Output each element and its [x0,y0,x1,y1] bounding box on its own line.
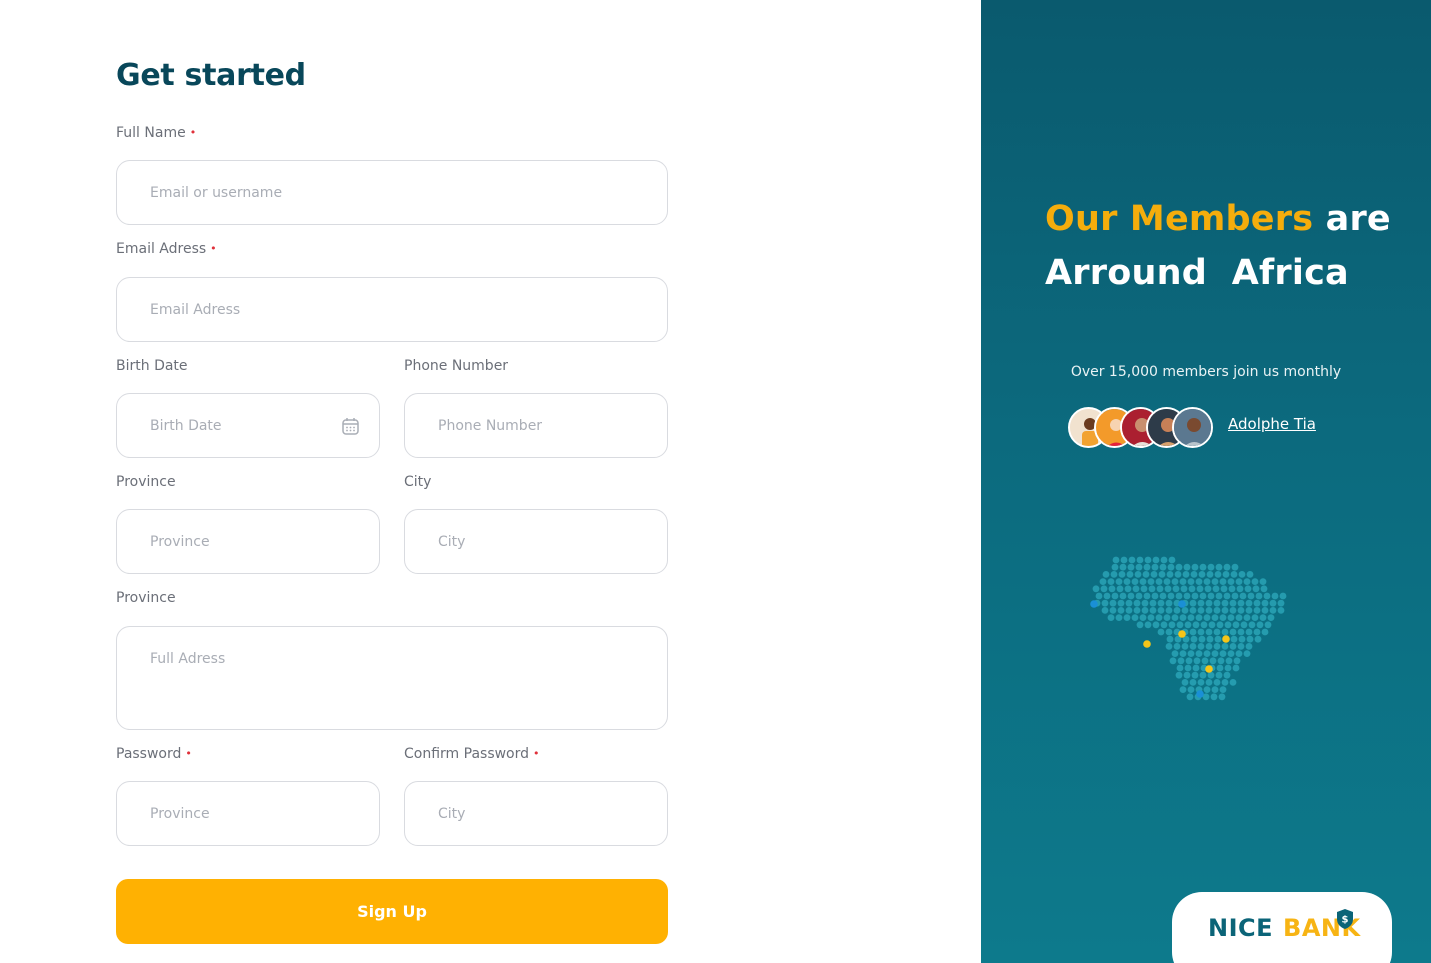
sign-up-button[interactable]: Sign Up [116,879,668,944]
page-title: Get started [116,58,306,93]
confirm-password-placeholder: City [438,805,466,822]
calendar-icon[interactable] [342,417,359,435]
headline-line2: Arround Africa [1045,253,1349,293]
email-label: Email Adress • [116,241,217,257]
headline-rest: are [1325,199,1391,239]
city-placeholder: City [438,533,466,550]
address-textarea[interactable]: Full Adress [116,626,668,730]
full-name-input[interactable]: Email or username [116,160,668,225]
birth-date-placeholder: Birth Date [150,417,222,434]
shield-dollar-icon: $ [1337,909,1353,929]
city-label: City [404,474,432,490]
address-placeholder: Full Adress [150,651,226,667]
full-name-placeholder: Email or username [150,184,283,201]
city-input[interactable]: City [404,509,668,574]
required-mark: • [189,126,197,139]
headline: Our Members are Arround Africa [1045,192,1391,300]
province-input[interactable]: Province [116,509,380,574]
password-label: Password • [116,746,192,762]
email-input[interactable]: Email Adress [116,277,668,342]
email-placeholder: Email Adress [150,301,241,318]
confirm-password-label: Confirm Password • [404,746,540,762]
member-avatars [1068,407,1218,448]
headline-highlight: Our Members [1045,199,1314,239]
province-label: Province [116,474,176,490]
password-placeholder: Province [150,805,210,822]
members-count-text: Over 15,000 members join us monthly [1070,364,1342,380]
svg-text:$: $ [1342,915,1349,926]
promo-panel: Our Members are Arround Africa Over 15,0… [981,0,1431,963]
avatar [1172,407,1213,448]
address-label: Province [116,590,176,606]
full-name-label: Full Name • [116,125,197,141]
password-input[interactable]: Province [116,781,380,846]
signup-form: Get started Full Name • Email or username… [116,0,668,963]
phone-label: Phone Number [404,358,509,374]
phone-placeholder: Phone Number [438,417,543,434]
africa-map-illustration [1090,556,1287,701]
birth-date-label: Birth Date [116,358,188,374]
birth-date-input[interactable]: Birth Date [116,393,380,458]
phone-input[interactable]: Phone Number [404,393,668,458]
member-profile-link[interactable]: Adolphe Tia [1228,415,1316,433]
required-mark: • [210,242,217,255]
required-mark: • [533,747,540,760]
province-placeholder: Province [150,533,210,550]
logo-card: NICE BANK $ [1172,892,1392,963]
confirm-password-input[interactable]: City [404,781,668,846]
required-mark: • [185,747,192,760]
